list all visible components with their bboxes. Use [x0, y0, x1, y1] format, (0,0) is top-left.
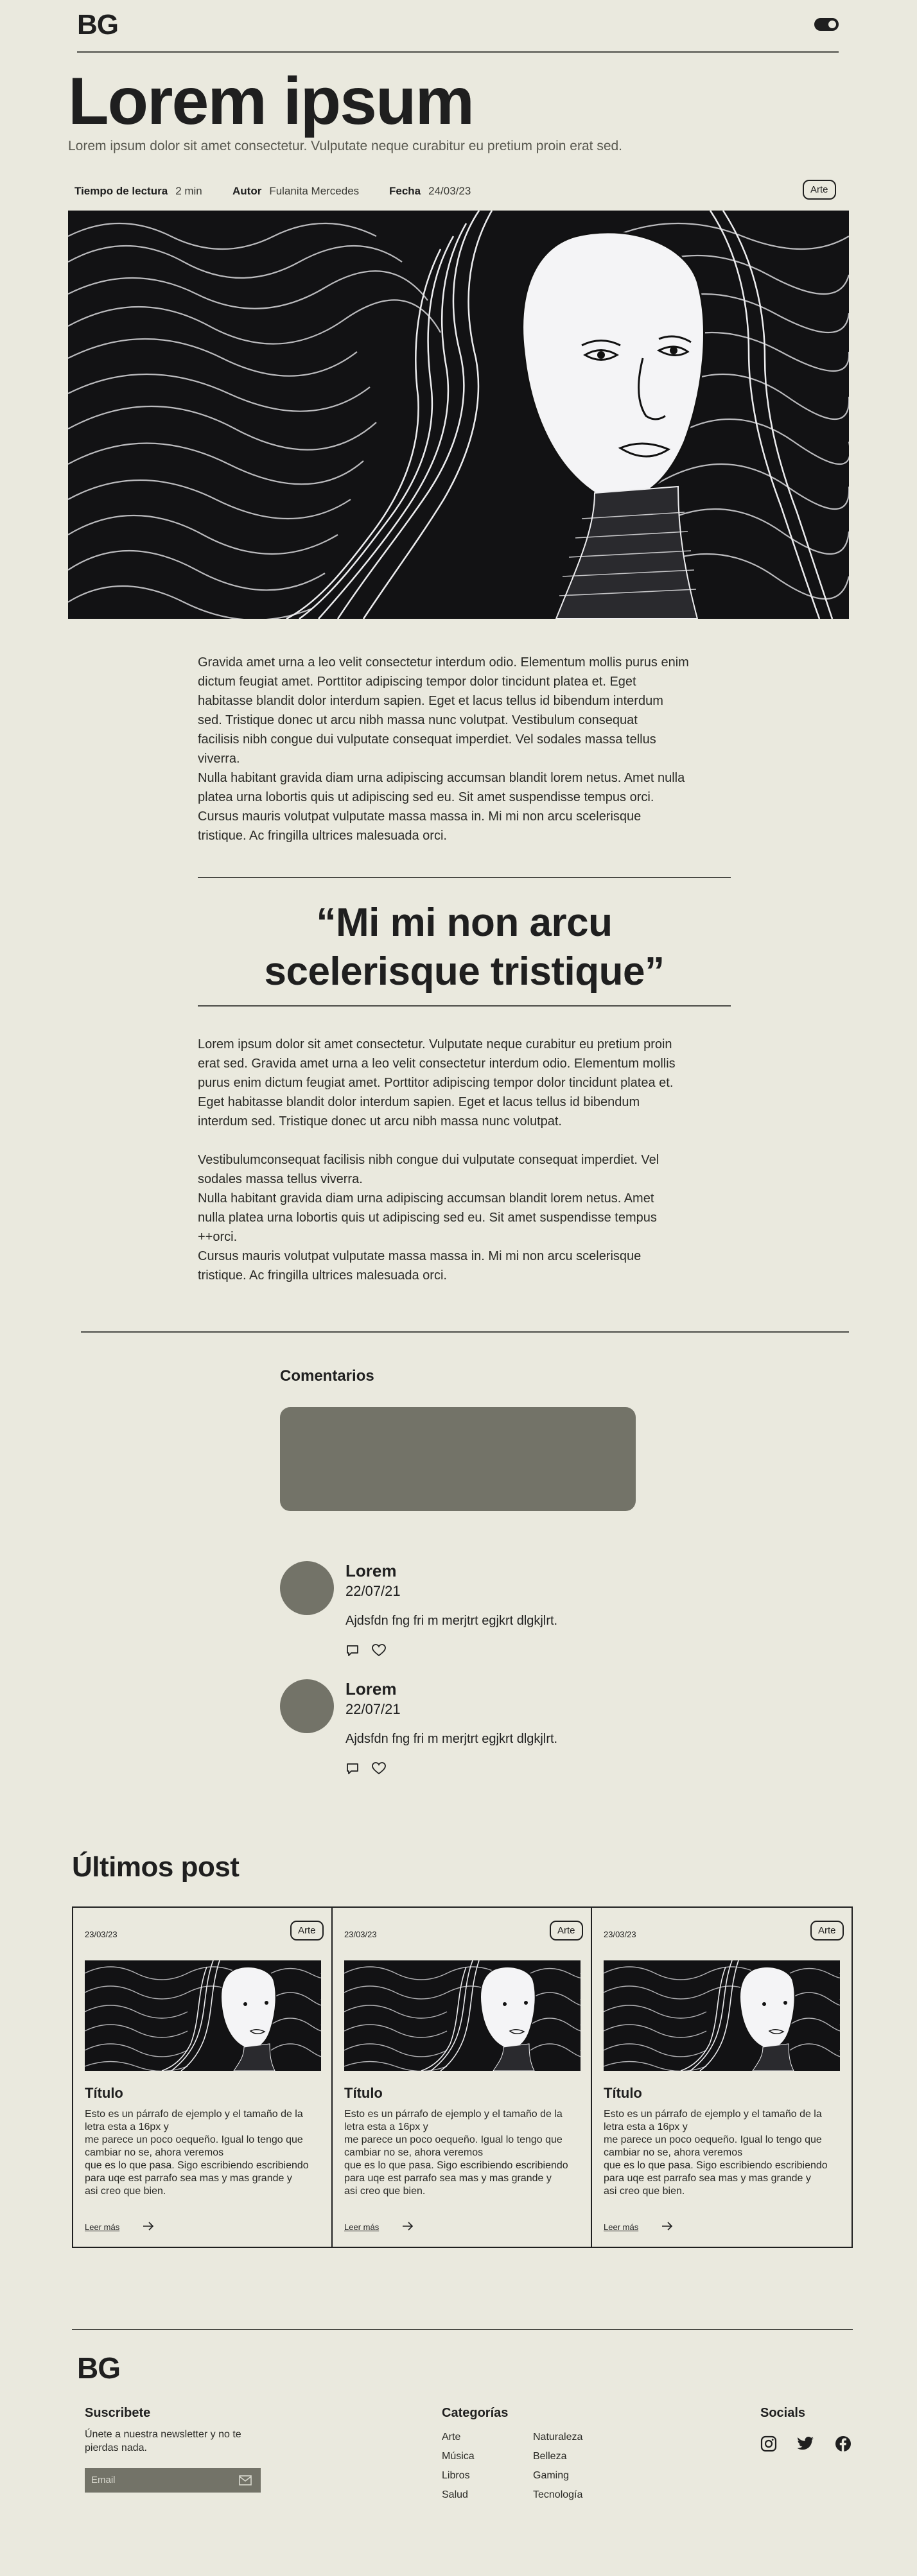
subscribe-text: Únete a nuestra newsletter y no te pierd… — [85, 2429, 241, 2453]
post-date: 23/03/23 — [604, 1930, 636, 1939]
post-title[interactable]: Título — [604, 2085, 642, 2102]
reading-time-value: 2 min — [175, 185, 202, 197]
quote-bottom-divider — [198, 1005, 731, 1007]
author: Autor Fulanita Mercedes — [232, 185, 359, 198]
subscribe-title: Suscribete — [85, 2406, 151, 2420]
arrow-right-icon[interactable] — [661, 2221, 673, 2231]
page-title: Lorem ipsum — [68, 64, 475, 139]
comment-date: 22/07/21 — [345, 1701, 401, 1717]
post-image — [344, 1960, 581, 2071]
page-subtitle: Lorem ipsum dolor sit amet consectetur. … — [68, 139, 623, 153]
comment-text: Ajdsfdn fng fri m merjtrt egjkrt dlgkjlr… — [345, 1614, 558, 1628]
category-link-arte[interactable]: Arte — [442, 2432, 475, 2451]
category-tag[interactable]: Arte — [803, 180, 836, 200]
post-image — [604, 1960, 840, 2071]
avatar — [280, 1561, 334, 1615]
comment-item: Lorem 22/07/21 Ajdsfdn fng fri m merjtrt… — [280, 1560, 665, 1663]
site-logo[interactable]: BG — [77, 9, 119, 41]
reading-time: Tiempo de lectura 2 min — [74, 185, 202, 198]
post-card[interactable]: 23/03/23 Arte Título Esto es un párrafo … — [591, 1906, 853, 2248]
twitter-icon[interactable] — [798, 2436, 814, 2451]
socials-title: Socials — [760, 2406, 806, 2420]
post-title[interactable]: Título — [85, 2085, 123, 2102]
category-link-libros[interactable]: Libros — [442, 2470, 475, 2489]
latest-posts-title: Últimos post — [72, 1851, 240, 1883]
article-paragraph-2: Lorem ipsum dolor sit amet consectetur. … — [198, 1037, 676, 1283]
reply-icon[interactable] — [345, 1643, 360, 1657]
category-link-belleza[interactable]: Belleza — [533, 2451, 582, 2470]
post-date: 23/03/23 — [344, 1930, 377, 1939]
email-field[interactable]: Email — [85, 2468, 261, 2493]
post-title[interactable]: Título — [344, 2085, 383, 2102]
post-card[interactable]: 23/03/23 Arte Título Esto es un párrafo … — [331, 1906, 592, 2248]
date-label: Fecha — [389, 185, 421, 197]
category-link-tecnologia[interactable]: Tecnología — [533, 2489, 582, 2509]
comment-date: 22/07/21 — [345, 1583, 401, 1599]
categories-title: Categorías — [442, 2406, 509, 2420]
author-value[interactable]: Fulanita Mercedes — [269, 185, 359, 198]
quote-top-divider — [198, 877, 731, 878]
post-card[interactable]: 23/03/23 Arte Título Esto es un párrafo … — [72, 1906, 333, 2248]
comment-author: Lorem — [345, 1561, 397, 1580]
mail-icon[interactable] — [239, 2475, 252, 2485]
header-divider — [77, 51, 839, 53]
post-excerpt: Esto es un párrafo de ejemplo y el tamañ… — [344, 2109, 568, 2197]
read-more-link[interactable]: Leer más — [344, 2222, 379, 2232]
footer-logo[interactable]: BG — [77, 2351, 121, 2385]
email-placeholder: Email — [91, 2475, 116, 2485]
facebook-icon[interactable] — [835, 2435, 852, 2452]
comments-title: Comentarios — [280, 1367, 374, 1385]
post-tag[interactable]: Arte — [810, 1921, 844, 1941]
date-value: 24/03/23 — [428, 185, 471, 197]
post-image-illustration — [344, 1960, 581, 2071]
categories-col-2: Naturaleza Belleza Gaming Tecnología — [533, 2432, 582, 2509]
pull-quote-line-1: “Mi mi non arcu — [316, 901, 613, 945]
pull-quote: “Mi mi non arcu scelerisque tristique” — [198, 899, 731, 996]
post-image — [85, 1960, 321, 2071]
footer-divider — [72, 2329, 853, 2330]
comment-item: Lorem 22/07/21 Ajdsfdn fng fri m merjtrt… — [280, 1678, 665, 1781]
heart-icon[interactable] — [371, 1761, 387, 1776]
category-link-gaming[interactable]: Gaming — [533, 2470, 582, 2489]
comments-divider — [81, 1331, 849, 1333]
heart-icon[interactable] — [371, 1643, 387, 1657]
post-image-illustration — [604, 1960, 840, 2071]
post-date: 23/03/23 — [85, 1930, 118, 1939]
avatar — [280, 1679, 334, 1733]
theme-toggle-icon[interactable] — [814, 18, 839, 31]
comment-input[interactable] — [280, 1407, 636, 1511]
comment-author: Lorem — [345, 1679, 397, 1699]
pull-quote-line-2: scelerisque tristique” — [264, 949, 665, 994]
read-more-link[interactable]: Leer más — [85, 2222, 119, 2232]
article-paragraph-1: Gravida amet urna a leo velit consectetu… — [198, 655, 689, 843]
author-label: Autor — [232, 185, 262, 197]
reading-time-label: Tiempo de lectura — [74, 185, 168, 197]
comment-text: Ajdsfdn fng fri m merjtrt egjkrt dlgkjlr… — [345, 1732, 558, 1746]
post-excerpt: Esto es un párrafo de ejemplo y el tamañ… — [604, 2109, 828, 2197]
category-link-naturaleza[interactable]: Naturaleza — [533, 2432, 582, 2451]
read-more-link[interactable]: Leer más — [604, 2222, 638, 2232]
hero-artwork-illustration — [68, 211, 849, 619]
category-link-salud[interactable]: Salud — [442, 2489, 475, 2509]
arrow-right-icon[interactable] — [143, 2221, 154, 2231]
categories-col-1: Arte Música Libros Salud — [442, 2432, 475, 2509]
post-excerpt: Esto es un párrafo de ejemplo y el tamañ… — [85, 2109, 309, 2197]
publish-date: Fecha 24/03/23 — [389, 185, 471, 198]
hero-artwork — [68, 211, 849, 619]
arrow-right-icon[interactable] — [402, 2221, 414, 2231]
reply-icon[interactable] — [345, 1761, 360, 1776]
category-link-musica[interactable]: Música — [442, 2451, 475, 2470]
post-tag[interactable]: Arte — [550, 1921, 583, 1941]
instagram-icon[interactable] — [760, 2435, 777, 2452]
post-image-illustration — [85, 1960, 321, 2071]
post-tag[interactable]: Arte — [290, 1921, 324, 1941]
